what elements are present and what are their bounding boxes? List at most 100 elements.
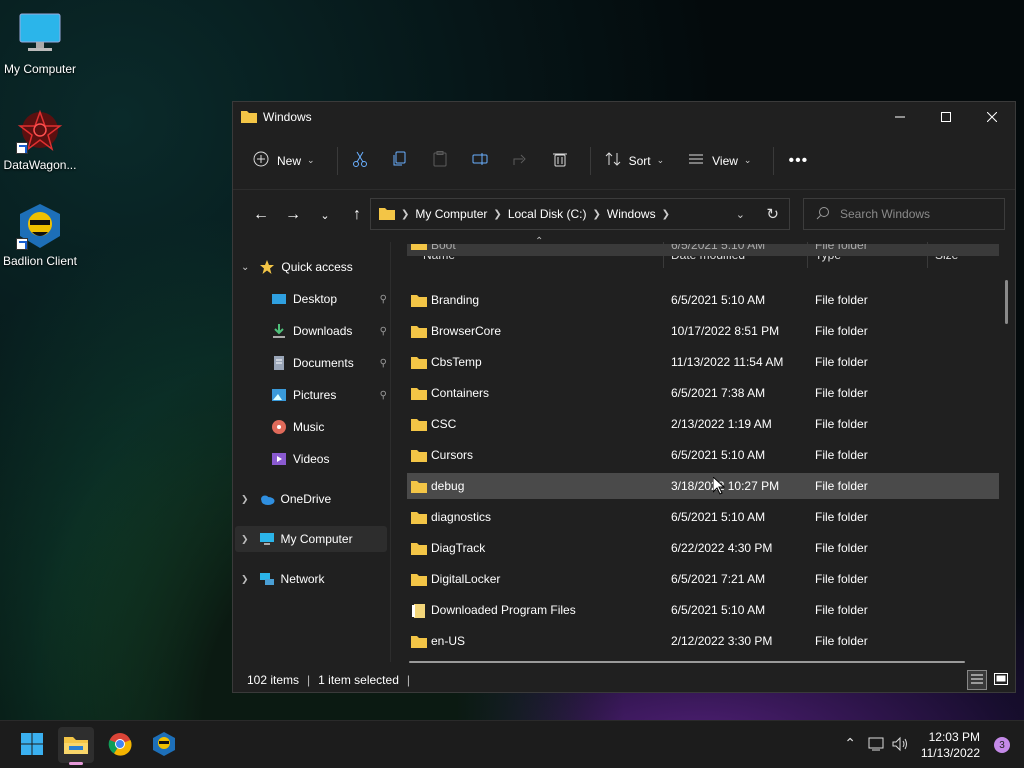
toolbar-divider <box>336 146 338 175</box>
clock[interactable]: 12:03 PM 11/13/2022 <box>921 729 980 761</box>
rename-button[interactable] <box>464 145 496 177</box>
file-row[interactable]: en-US 2/12/2022 3:30 PM File folder <box>407 628 999 654</box>
sidebar-item-network[interactable]: ❯ Network <box>241 566 325 592</box>
file-row[interactable]: Branding 6/5/2021 5:10 AM File folder <box>407 287 999 313</box>
start-button[interactable] <box>14 727 50 763</box>
file-row[interactable]: Downloaded Program Files 6/5/2021 5:10 AM… <box>407 597 999 623</box>
pin-icon: ⚲ <box>379 389 387 401</box>
plus-circle-icon <box>253 151 269 170</box>
search-input[interactable] <box>840 207 990 221</box>
details-view-button[interactable] <box>967 670 987 690</box>
chevron-right-icon: ❯ <box>241 493 249 504</box>
close-button[interactable] <box>969 102 1015 132</box>
shortcut-arrow-icon <box>16 142 28 154</box>
sidebar-item-documents[interactable]: Documents ⚲ <box>271 350 387 376</box>
folder-icon <box>411 448 427 465</box>
search-box[interactable] <box>803 198 1005 230</box>
file-row[interactable]: Containers 6/5/2021 7:38 AM File folder <box>407 380 999 406</box>
sidebar-item-label: Videos <box>293 452 330 466</box>
file-type: File folder <box>815 355 868 369</box>
file-date: 2/12/2022 3:30 PM <box>671 634 773 648</box>
file-row[interactable]: Cursors 6/5/2021 5:10 AM File folder <box>407 442 999 468</box>
paste-button[interactable] <box>424 145 456 177</box>
large-icons-view-button[interactable] <box>991 670 1011 690</box>
sidebar-item-pictures[interactable]: Pictures ⚲ <box>271 382 387 408</box>
file-row[interactable]: diagnostics 6/5/2021 5:10 AM File folder <box>407 504 999 530</box>
forward-button[interactable]: → <box>277 200 309 230</box>
file-explorer-icon <box>63 733 89 758</box>
more-options-button[interactable]: ••• <box>780 145 816 177</box>
copy-button[interactable] <box>384 145 416 177</box>
navigation-pane: ⌄ Quick access Desktop ⚲ Downloads ⚲ Doc… <box>233 242 391 662</box>
file-row[interactable]: debug 3/18/2022 10:27 PM File folder <box>407 473 999 499</box>
file-row[interactable]: CSC 2/13/2022 1:19 AM File folder <box>407 411 999 437</box>
taskbar-file-explorer[interactable] <box>58 727 94 765</box>
recent-locations-button[interactable]: ⌄ <box>309 200 341 230</box>
breadcrumb-windows[interactable]: Windows <box>607 207 656 221</box>
file-date: 11/13/2022 11:54 AM <box>671 355 784 369</box>
minimize-button[interactable] <box>877 102 923 132</box>
desktop-icon-label: DataWagon... <box>3 158 77 172</box>
file-type: File folder <box>815 510 868 524</box>
toolbar-divider <box>773 146 775 175</box>
refresh-button[interactable]: ↻ <box>766 205 779 223</box>
address-dropdown-button[interactable]: ⌄ <box>736 208 745 221</box>
file-name: CbsTemp <box>431 355 482 369</box>
desktop-icon-datawagon[interactable]: DataWagon... <box>0 106 80 172</box>
new-button[interactable]: New ⌄ <box>245 145 323 177</box>
notification-badge[interactable]: 3 <box>994 737 1010 753</box>
file-name: DiagTrack <box>431 541 486 555</box>
file-row[interactable]: BrowserCore 10/17/2022 8:51 PM File folder <box>407 318 999 344</box>
scissors-icon <box>352 151 368 170</box>
cut-button[interactable] <box>344 145 376 177</box>
file-type: File folder <box>815 479 868 493</box>
sidebar-item-onedrive[interactable]: ❯ OneDrive <box>241 486 331 512</box>
sort-button[interactable]: Sort ⌄ <box>597 145 673 177</box>
tiles-view-icon <box>994 672 1008 688</box>
sidebar-item-label: Network <box>280 572 325 586</box>
file-date: 6/5/2021 7:21 AM <box>671 572 766 586</box>
sidebar-item-downloads[interactable]: Downloads ⚲ <box>271 318 387 344</box>
desktop-icon-badlion[interactable]: Badlion Client <box>0 202 80 268</box>
file-row[interactable]: Boot 6/5/2021 5:10 AM File folder <box>407 244 999 256</box>
file-row[interactable]: DiagTrack 6/22/2022 4:30 PM File folder <box>407 535 999 561</box>
up-button[interactable]: ↑ <box>341 200 373 230</box>
pin-icon: ⚲ <box>379 325 387 337</box>
view-button[interactable]: View ⌄ <box>680 145 759 177</box>
taskbar-badlion[interactable] <box>146 727 182 763</box>
file-row[interactable]: DigitalLocker 6/5/2021 7:21 AM File folder <box>407 566 999 592</box>
horizontal-scrollbar[interactable] <box>409 661 965 663</box>
desktop-icon-my-computer[interactable]: My Computer <box>0 10 80 76</box>
sidebar-item-my-computer[interactable]: ❯ My Computer <box>235 526 387 552</box>
file-list: ⌃ Name Date modified Type Size Boot6/5/2… <box>399 236 1009 663</box>
status-divider: | <box>406 673 410 687</box>
sidebar-item-videos[interactable]: Videos <box>271 446 387 472</box>
file-type: File folder <box>815 634 868 648</box>
address-bar[interactable]: ❯ My Computer ❯ Local Disk (C:) ❯ Window… <box>370 198 790 230</box>
title-bar[interactable]: Windows <box>233 102 1015 132</box>
folder-icon <box>411 293 427 310</box>
chevron-right-icon: ❯ <box>592 208 601 220</box>
delete-button[interactable] <box>544 145 576 177</box>
network-status-icon[interactable] <box>868 736 886 755</box>
file-type: File folder <box>815 417 868 431</box>
file-row[interactable]: CbsTemp 11/13/2022 11:54 AM File folder <box>407 349 999 375</box>
sidebar-item-music[interactable]: Music <box>271 414 387 440</box>
back-button[interactable]: ← <box>245 200 277 230</box>
sidebar-item-quick-access[interactable]: ⌄ Quick access <box>241 254 353 280</box>
vertical-scrollbar[interactable] <box>1005 280 1008 324</box>
chevron-right-icon: ❯ <box>241 573 249 584</box>
taskbar-chrome[interactable] <box>102 727 138 763</box>
maximize-button[interactable] <box>923 102 969 132</box>
chevron-down-icon: ⌄ <box>241 261 250 273</box>
breadcrumb-my-computer[interactable]: My Computer <box>415 207 487 221</box>
folder-icon <box>241 109 257 126</box>
share-button[interactable] <box>504 145 536 177</box>
datawagon-icon <box>16 106 64 154</box>
file-date: 6/5/2021 5:10 AM <box>671 603 766 617</box>
breadcrumb-local-disk[interactable]: Local Disk (C:) <box>508 207 587 221</box>
file-date: 6/22/2022 4:30 PM <box>671 541 773 555</box>
show-hidden-icons-button[interactable]: ⌃ <box>844 735 856 752</box>
volume-icon[interactable] <box>892 736 910 755</box>
sidebar-item-desktop[interactable]: Desktop ⚲ <box>271 286 387 312</box>
